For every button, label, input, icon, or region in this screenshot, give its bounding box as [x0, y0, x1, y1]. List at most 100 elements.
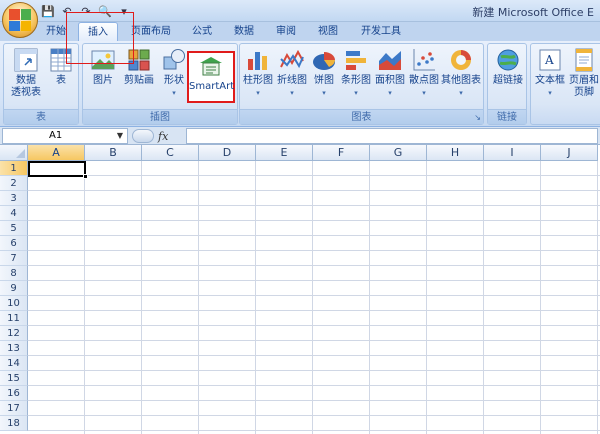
tab-formulas[interactable]: 公式: [184, 22, 220, 41]
row-header-4[interactable]: 4: [0, 206, 28, 221]
formula-input[interactable]: [186, 128, 598, 144]
row-header-1[interactable]: 1: [0, 161, 28, 176]
column-header-i[interactable]: I: [484, 145, 541, 161]
name-box[interactable]: A1 ▼: [2, 128, 128, 144]
column-header-b[interactable]: B: [85, 145, 142, 161]
other-charts-dropdown-icon[interactable]: ▾: [441, 87, 481, 99]
save-icon[interactable]: 💾: [40, 3, 56, 19]
quick-access-toolbar: 💾 ↶ ↷ 🔍 ▾: [40, 3, 132, 19]
group-charts-label: 图表: [240, 109, 483, 124]
row-header-6[interactable]: 6: [0, 236, 28, 251]
row-header-15[interactable]: 15: [0, 371, 28, 386]
line-chart-dropdown-icon[interactable]: ▾: [275, 87, 309, 99]
group-charts: 柱形图 ▾ 折线图 ▾ 饼图 ▾ 条形图 ▾ 面积图 ▾ 散点图 ▾ 其他图表 …: [239, 43, 484, 125]
name-box-dropdown-icon[interactable]: ▼: [117, 129, 123, 143]
other-charts-button[interactable]: 其他图表 ▾: [441, 47, 481, 99]
column-chart-button[interactable]: 柱形图 ▾: [241, 47, 275, 99]
clip-art-button[interactable]: 剪贴画: [119, 47, 159, 87]
hyperlink-label: 超链接: [493, 75, 523, 86]
fill-handle[interactable]: [83, 174, 88, 179]
row-header-10[interactable]: 10: [0, 296, 28, 311]
row-header-2[interactable]: 2: [0, 176, 28, 191]
smartart-button[interactable]: SmartArt: [187, 51, 235, 103]
row-header-8[interactable]: 8: [0, 266, 28, 281]
insert-function-icon[interactable]: fx: [158, 130, 168, 143]
shapes-dropdown-icon[interactable]: ▾: [159, 87, 189, 99]
column-header-h[interactable]: H: [427, 145, 484, 161]
group-text: A 文本框 ▾ 页眉和 页脚: [530, 43, 600, 125]
row-header-7[interactable]: 7: [0, 251, 28, 266]
text-box-icon: A: [539, 49, 561, 71]
bar-chart-dropdown-icon[interactable]: ▾: [339, 87, 373, 99]
column-header-a[interactable]: A: [28, 145, 85, 161]
pie-chart-dropdown-icon[interactable]: ▾: [309, 87, 339, 99]
row-header-14[interactable]: 14: [0, 356, 28, 371]
area-chart-dropdown-icon[interactable]: ▾: [373, 87, 407, 99]
column-chart-dropdown-icon[interactable]: ▾: [241, 87, 275, 99]
line-chart-button[interactable]: 折线图 ▾: [275, 47, 309, 99]
pivot-table-label: 数据: [16, 75, 36, 86]
row-header-3[interactable]: 3: [0, 191, 28, 206]
customize-dropdown-icon[interactable]: ▾: [116, 3, 132, 19]
tab-insert[interactable]: 插入: [78, 22, 118, 41]
pie-chart-button[interactable]: 饼图 ▾: [309, 47, 339, 99]
bar-chart-button[interactable]: 条形图 ▾: [339, 47, 373, 99]
column-header-g[interactable]: G: [370, 145, 427, 161]
redo-icon[interactable]: ↷: [78, 3, 94, 19]
name-box-value: A1: [49, 130, 63, 141]
picture-icon: [91, 50, 115, 70]
text-box-dropdown-icon[interactable]: ▾: [533, 87, 567, 99]
ribbon-tab-bar: 开始 插入 页面布局 公式 数据 审阅 视图 开发工具: [0, 22, 600, 41]
column-header-d[interactable]: D: [199, 145, 256, 161]
undo-icon[interactable]: ↶: [59, 3, 75, 19]
hyperlink-icon: [497, 49, 519, 71]
scatter-chart-button[interactable]: 散点图 ▾: [407, 47, 441, 99]
picture-button[interactable]: 图片: [87, 47, 119, 87]
row-header-17[interactable]: 17: [0, 401, 28, 416]
row-header-13[interactable]: 13: [0, 341, 28, 356]
active-cell-a1[interactable]: [28, 161, 86, 177]
text-box-label: 文本框: [535, 75, 565, 86]
row-header-5[interactable]: 5: [0, 221, 28, 236]
tab-page-layout[interactable]: 页面布局: [124, 22, 178, 41]
tab-developer[interactable]: 开发工具: [352, 22, 410, 41]
column-header-j[interactable]: J: [541, 145, 598, 161]
row-header-16[interactable]: 16: [0, 386, 28, 401]
select-all-corner[interactable]: [0, 145, 28, 161]
tab-view[interactable]: 视图: [310, 22, 346, 41]
group-illustrations: 图片 剪贴画 形状 ▾ SmartArt 插图: [82, 43, 238, 125]
row-header-12[interactable]: 12: [0, 326, 28, 341]
other-charts-label: 其他图表: [441, 75, 481, 86]
scatter-chart-dropdown-icon[interactable]: ▾: [407, 87, 441, 99]
title-bar: 💾 ↶ ↷ 🔍 ▾ 新建 Microsoft Office E: [0, 0, 600, 38]
column-header-f[interactable]: F: [313, 145, 370, 161]
excel-window: 💾 ↶ ↷ 🔍 ▾ 新建 Microsoft Office E 开始 插入 页面…: [0, 0, 600, 434]
tab-data[interactable]: 数据: [226, 22, 262, 41]
area-chart-button[interactable]: 面积图 ▾: [373, 47, 407, 99]
pivot-table-icon: [14, 48, 38, 72]
window-title: 新建 Microsoft Office E: [472, 6, 594, 19]
bar-chart-icon: [346, 51, 366, 70]
row-header-18[interactable]: 18: [0, 416, 28, 431]
scatter-chart-label: 散点图: [409, 75, 439, 86]
pivot-table-button[interactable]: 数据 透视表: [7, 47, 45, 99]
shapes-button[interactable]: 形状 ▾: [159, 47, 189, 99]
row-header-9[interactable]: 9: [0, 281, 28, 296]
table-button[interactable]: 表: [46, 47, 76, 87]
cell-area[interactable]: [28, 161, 600, 434]
tab-home[interactable]: 开始: [38, 22, 74, 41]
print-preview-icon[interactable]: 🔍: [97, 3, 113, 19]
dialog-launcher-icon[interactable]: ↘: [474, 113, 481, 122]
formula-bar-resize-handle[interactable]: [132, 129, 154, 143]
column-header-e[interactable]: E: [256, 145, 313, 161]
header-footer-button[interactable]: 页眉和 页脚: [567, 47, 600, 99]
clip-art-icon: [128, 49, 150, 71]
text-box-button[interactable]: A 文本框 ▾: [533, 47, 567, 99]
office-button[interactable]: [2, 2, 38, 38]
column-header-c[interactable]: C: [142, 145, 199, 161]
hyperlink-button[interactable]: 超链接: [490, 47, 526, 87]
scatter-chart-icon: [413, 49, 435, 71]
tab-review[interactable]: 审阅: [268, 22, 304, 41]
shapes-icon: [163, 49, 185, 70]
row-header-11[interactable]: 11: [0, 311, 28, 326]
